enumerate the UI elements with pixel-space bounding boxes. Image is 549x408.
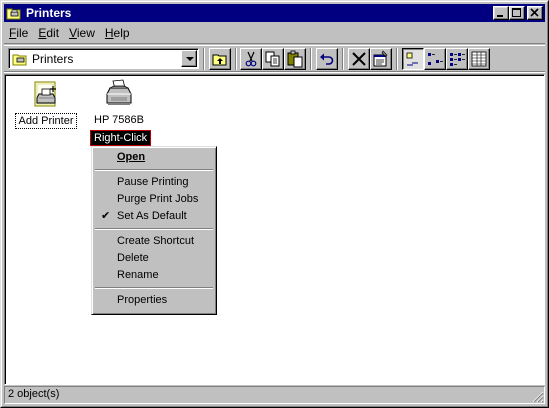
- toolbar-separator: [235, 48, 237, 70]
- title-bar[interactable]: Printers: [4, 4, 545, 22]
- menu-set-as-default[interactable]: ✔ Set As Default: [94, 208, 214, 225]
- menu-bar: File Edit View Help: [4, 23, 545, 42]
- paste-button[interactable]: [284, 48, 306, 70]
- details-button[interactable]: [468, 48, 490, 70]
- printers-folder-small-icon: [12, 52, 28, 66]
- add-printer-icon: [30, 78, 62, 110]
- toolbar-separator: [310, 48, 312, 70]
- copy-button[interactable]: [262, 48, 284, 70]
- menu-help-rest: elp: [113, 25, 130, 40]
- menu-help-accel: H: [104, 25, 114, 40]
- folder-content-area[interactable]: Add Printer HP 7586B Right-Click: [4, 74, 545, 385]
- up-folder-icon: [212, 54, 227, 66]
- details-view-icon: [471, 51, 487, 67]
- menu-view-accel: V: [69, 25, 77, 40]
- window-title: Printers: [26, 6, 72, 20]
- printer-icon: [102, 78, 136, 110]
- menu-purge-print-jobs-label: Purge Print Jobs: [117, 193, 199, 205]
- address-value: Printers: [32, 51, 74, 66]
- properties-button[interactable]: [370, 48, 392, 70]
- chevron-down-icon: [186, 57, 194, 61]
- menu-open-label: Open: [117, 151, 146, 163]
- context-menu: Open Pause Printing Purge Print Jobs ✔ Se…: [91, 146, 217, 315]
- checkmark-icon: ✔: [101, 210, 111, 222]
- menu-create-shortcut-label: Create Shortcut: [117, 235, 195, 247]
- address-dropdown-button[interactable]: [181, 50, 197, 67]
- hp-printer-item[interactable]: HP 7586B: [88, 78, 150, 127]
- cut-button[interactable]: [240, 48, 262, 70]
- small-icons-view-icon: [428, 53, 443, 65]
- right-click-callout: Right-Click: [90, 130, 152, 146]
- menu-set-as-default-label: Set As Default: [117, 210, 187, 222]
- menu-open[interactable]: Open: [94, 149, 214, 166]
- undo-button[interactable]: [316, 48, 338, 70]
- printers-window: Printers File Edit View Help Printers Ad…: [0, 0, 549, 408]
- menu-separator: [94, 284, 214, 292]
- scissors-icon: [245, 51, 257, 67]
- list-button[interactable]: [446, 48, 468, 70]
- add-printer-label: Add Printer: [15, 113, 77, 129]
- status-bar: 2 object(s): [4, 386, 545, 404]
- menu-separator: [94, 225, 214, 233]
- menu-rename-label: Rename: [117, 269, 159, 281]
- menu-edit[interactable]: Edit: [33, 26, 64, 40]
- menu-pause-printing-label: Pause Printing: [117, 176, 189, 188]
- toolbar-separator: [203, 48, 205, 70]
- menu-delete[interactable]: Delete: [94, 250, 214, 267]
- menu-properties[interactable]: Properties: [94, 292, 214, 309]
- menu-help[interactable]: Help: [100, 26, 135, 40]
- properties-icon: [373, 50, 388, 67]
- toolbar: Printers: [4, 43, 545, 73]
- hp-printer-label: HP 7586B: [94, 114, 144, 126]
- menu-file-rest: ile: [16, 25, 29, 40]
- undo-icon: [320, 53, 334, 65]
- close-button[interactable]: [527, 6, 543, 20]
- minimize-button[interactable]: [493, 6, 509, 20]
- printers-folder-icon[interactable]: [6, 6, 22, 20]
- menu-separator: [94, 166, 214, 174]
- menu-create-shortcut[interactable]: Create Shortcut: [94, 233, 214, 250]
- status-pane: 2 object(s): [4, 386, 545, 404]
- maximize-button[interactable]: [509, 6, 525, 20]
- large-icons-button[interactable]: [402, 48, 424, 70]
- up-one-level-button[interactable]: [209, 48, 231, 70]
- delete-x-icon: [352, 52, 366, 66]
- menu-rename[interactable]: Rename: [94, 267, 214, 284]
- menu-properties-label: Properties: [117, 294, 168, 306]
- resize-grip-icon[interactable]: [532, 391, 544, 403]
- clipboard-icon: [287, 50, 303, 68]
- menu-file[interactable]: File: [4, 26, 33, 40]
- add-printer-item[interactable]: Add Printer: [13, 78, 79, 129]
- menu-edit-rest: dit: [46, 25, 60, 40]
- small-icons-button[interactable]: [424, 48, 446, 70]
- copy-icon: [265, 51, 280, 67]
- menu-view[interactable]: View: [64, 26, 100, 40]
- menu-delete-label: Delete: [117, 252, 149, 264]
- menu-view-rest: iew: [76, 25, 95, 40]
- status-object-count: 2 object(s): [8, 388, 60, 400]
- address-combobox[interactable]: Printers: [8, 48, 199, 69]
- menu-pause-printing[interactable]: Pause Printing: [94, 174, 214, 191]
- large-icons-view-icon: [406, 52, 418, 66]
- menu-purge-print-jobs[interactable]: Purge Print Jobs: [94, 191, 214, 208]
- delete-button[interactable]: [348, 48, 370, 70]
- list-view-icon: [450, 53, 465, 66]
- toolbar-separator: [342, 48, 344, 70]
- toolbar-separator: [396, 48, 398, 70]
